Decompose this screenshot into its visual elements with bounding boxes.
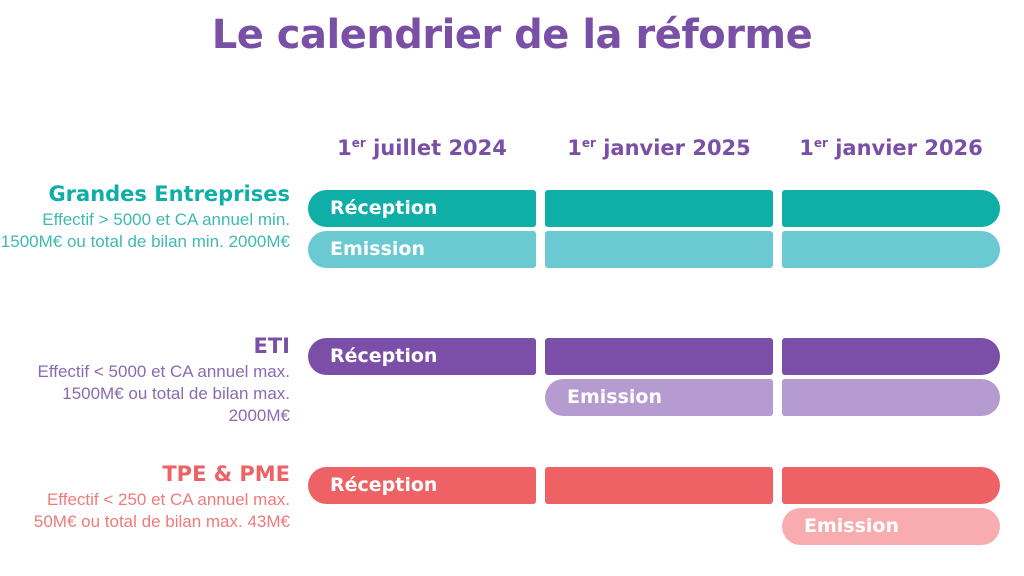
bar-row-2-0: Réception (308, 467, 1000, 504)
bar-segment[interactable] (782, 338, 1000, 375)
category-description: Effectif < 250 et CA annuel max. 50M€ ou… (33, 490, 290, 531)
row-label-2: TPE & PME Effectif < 250 et CA annuel max… (0, 462, 296, 533)
row-label-0: Grandes Entreprises Effectif > 5000 et CA… (0, 182, 296, 253)
category-description: Effectif > 5000 et CA annuel min. 1500M€… (0, 210, 290, 251)
bar-track: Réception (308, 467, 1000, 504)
column-header-number: 1 (799, 136, 814, 160)
bar-segment[interactable] (782, 190, 1000, 227)
bar-track: Emission (308, 508, 1000, 545)
bar-label: Emission (330, 238, 425, 260)
bar-segment[interactable] (545, 338, 773, 375)
bar-row-2-1: Emission (308, 508, 1000, 545)
column-header-ordinal-suffix: er (351, 136, 366, 150)
bar-track: Emission (308, 231, 1000, 268)
timeline-column-headers: 1er juillet 2024 1er janvier 2025 1er janv… (308, 131, 1000, 165)
bar-segment[interactable] (545, 190, 773, 227)
row-label-1: ETI Effectif < 5000 et CA annuel max. 150… (0, 334, 296, 427)
column-header-number: 1 (337, 136, 352, 160)
bar-label: Réception (330, 197, 438, 219)
column-header-date: juillet 2024 (365, 136, 507, 160)
bar-row-1-0: Réception (308, 338, 1000, 375)
bar-track: Réception (308, 338, 1000, 375)
column-header-ordinal-suffix: er (581, 136, 596, 150)
column-header-ordinal-suffix: er (813, 136, 828, 150)
bar-segment[interactable] (545, 467, 773, 504)
bar-track: Réception (308, 190, 1000, 227)
bar-label: Réception (330, 474, 438, 496)
column-header-date: janvier 2025 (595, 136, 751, 160)
category-name: TPE & PME (162, 462, 290, 486)
column-header-0: 1er juillet 2024 (308, 131, 536, 165)
bar-segment[interactable] (545, 231, 773, 268)
column-header-1: 1er janvier 2025 (545, 131, 773, 165)
bar-row-0-0: Réception (308, 190, 1000, 227)
bar-label: Réception (330, 345, 438, 367)
column-header-2: 1er janvier 2026 (782, 131, 1000, 165)
bar-segment[interactable] (782, 467, 1000, 504)
bar-segment[interactable] (782, 379, 1000, 416)
bar-label: Emission (567, 386, 662, 408)
bar-label: Emission (804, 515, 899, 537)
bar-segment[interactable] (782, 231, 1000, 268)
bar-track: Emission (308, 379, 1000, 416)
category-name: ETI (253, 334, 290, 358)
page-title: Le calendrier de la réforme (211, 12, 813, 58)
column-header-date: janvier 2026 (827, 136, 983, 160)
category-description: Effectif < 5000 et CA annuel max. 1500M€… (37, 362, 291, 425)
bar-row-1-1: Emission (308, 379, 1000, 416)
category-name: Grandes Entreprises (48, 182, 290, 206)
bar-row-0-1: Emission (308, 231, 1000, 268)
column-header-number: 1 (567, 136, 582, 160)
